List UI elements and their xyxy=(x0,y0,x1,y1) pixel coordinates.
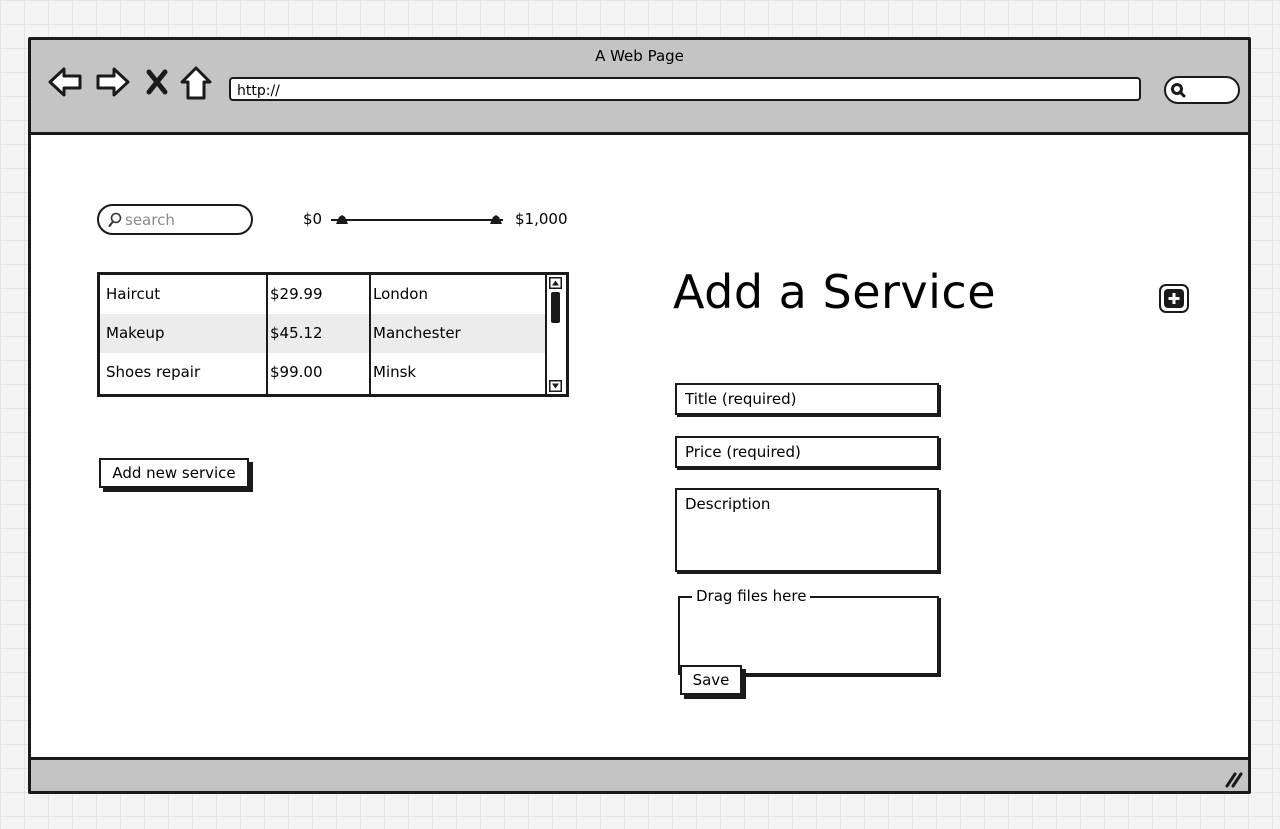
table-scrollbar[interactable] xyxy=(545,275,566,394)
slider-max-handle[interactable] xyxy=(489,214,503,225)
table-row[interactable]: Shoes repair $99.00 Minsk xyxy=(100,353,549,392)
price-range-slider[interactable] xyxy=(331,213,503,227)
service-price-cell: $99.00 xyxy=(270,363,323,381)
status-bar xyxy=(31,757,1248,791)
add-new-service-button[interactable]: Add new service xyxy=(99,458,249,488)
search-box[interactable] xyxy=(97,204,253,235)
price-max-label: $1,000 xyxy=(515,210,568,228)
drop-zone-label: Drag files here xyxy=(692,587,811,605)
magnifier-icon xyxy=(1171,83,1186,98)
file-drop-zone[interactable]: Drag files here xyxy=(678,587,939,675)
scroll-down-icon[interactable] xyxy=(549,380,562,392)
home-icon[interactable] xyxy=(179,65,213,101)
stop-icon[interactable] xyxy=(145,68,169,96)
service-city-cell: Manchester xyxy=(373,324,461,342)
services-table: Haircut $29.99 London Makeup $45.12 Manc… xyxy=(97,272,569,397)
service-price-cell: $45.12 xyxy=(270,324,323,342)
browser-search-box[interactable] xyxy=(1164,76,1240,104)
service-price-cell: $29.99 xyxy=(270,285,323,303)
title-field[interactable] xyxy=(675,383,939,415)
window-title: A Web Page xyxy=(595,47,684,65)
service-name-cell: Shoes repair xyxy=(106,363,201,381)
page-title: Add a Service xyxy=(673,265,996,319)
scroll-thumb[interactable] xyxy=(551,292,560,323)
price-field[interactable] xyxy=(675,436,939,468)
add-button[interactable] xyxy=(1159,284,1189,313)
page-content: $0 $1,000 Haircut $29.99 London Makeup $… xyxy=(31,135,1248,757)
service-city-cell: London xyxy=(373,285,428,303)
scroll-up-icon[interactable] xyxy=(549,277,562,289)
service-city-cell: Minsk xyxy=(373,363,417,381)
service-name-cell: Makeup xyxy=(106,324,165,342)
table-row[interactable]: Makeup $45.12 Manchester xyxy=(100,314,549,353)
column-divider xyxy=(369,275,371,394)
browser-window: A Web Page http:// $0 xyxy=(28,37,1251,794)
search-icon xyxy=(108,212,122,227)
table-row[interactable]: Haircut $29.99 London xyxy=(100,275,549,314)
url-bar[interactable]: http:// xyxy=(229,77,1141,101)
search-input[interactable] xyxy=(125,210,245,230)
browser-toolbar: A Web Page http:// xyxy=(31,40,1248,135)
description-field[interactable] xyxy=(675,488,939,572)
resize-grip-icon[interactable] xyxy=(1224,770,1244,788)
slider-min-handle[interactable] xyxy=(335,214,349,225)
column-divider xyxy=(266,275,268,394)
plus-icon xyxy=(1164,289,1184,308)
service-name-cell: Haircut xyxy=(106,285,161,303)
forward-arrow-icon[interactable] xyxy=(95,65,131,99)
price-min-label: $0 xyxy=(303,210,323,228)
back-arrow-icon[interactable] xyxy=(47,65,83,99)
save-button[interactable]: Save xyxy=(680,665,742,695)
slider-track xyxy=(331,219,503,221)
